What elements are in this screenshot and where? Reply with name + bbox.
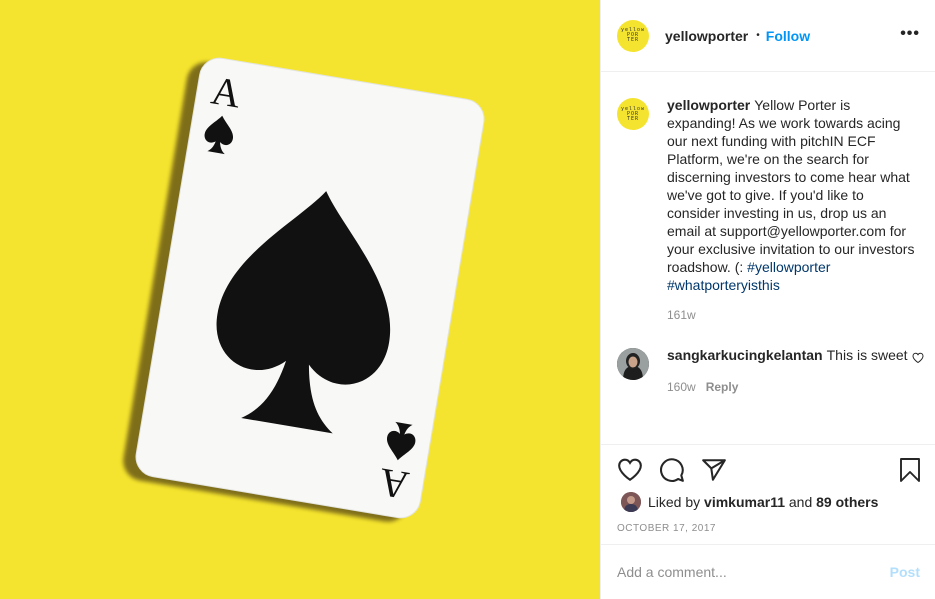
post-dialog: A A yellow POR TER yellowporter • Follow… <box>0 0 935 599</box>
comment-meta: 160w Reply <box>667 378 917 396</box>
post-date[interactable]: OCTOBER 17, 2017 <box>617 523 716 534</box>
liker-username[interactable]: vimkumar11 <box>704 494 785 510</box>
follow-button[interactable]: Follow <box>766 28 810 44</box>
comment-icon[interactable] <box>659 457 685 483</box>
list-item: sangkarkucingkelantan This is sweet 160w R… <box>617 346 922 396</box>
person-icon <box>617 348 649 380</box>
caption-meta: 161w <box>667 306 917 324</box>
liker-avatar[interactable] <box>621 492 641 512</box>
playing-card-illustration: A A <box>123 57 485 522</box>
yellowporter-logo: yellow POR TER <box>620 105 646 122</box>
heart-icon[interactable] <box>617 457 643 483</box>
bookmark-icon <box>900 458 920 482</box>
reply-button[interactable]: Reply <box>706 380 739 394</box>
caption-body: yellowporter Yellow Porter is expanding! … <box>667 96 917 324</box>
post-sidebar: yellow POR TER yellowporter • Follow •••… <box>600 0 935 599</box>
person-icon <box>621 492 641 512</box>
likes-count-button[interactable]: 89 others <box>816 494 878 510</box>
comment-author[interactable]: sangkarkucingkelantan <box>667 347 823 363</box>
post-header: yellow POR TER yellowporter • Follow ••• <box>601 0 935 72</box>
caption-author[interactable]: yellowporter <box>667 97 750 113</box>
comments-list[interactable]: yellow POR TER yellowporter Yellow Porter… <box>601 72 935 444</box>
separator-dot: • <box>756 30 760 41</box>
caption: yellow POR TER yellowporter Yellow Porter… <box>617 96 922 324</box>
post-comment-button[interactable]: Post <box>890 564 920 580</box>
likes-prefix: Liked by <box>648 494 701 510</box>
comment-input[interactable] <box>617 564 890 580</box>
action-icons <box>617 457 727 483</box>
comment-body: sangkarkucingkelantan This is sweet 160w R… <box>667 346 917 396</box>
author-avatar[interactable]: yellow POR TER <box>617 98 649 130</box>
hashtag-link[interactable]: #whatporteryisthis <box>667 277 780 293</box>
caption-age[interactable]: 161w <box>667 308 696 322</box>
post-actions: Liked by vimkumar11 and 89 others OCTOBE… <box>601 444 935 544</box>
post-image[interactable]: A A <box>0 0 600 599</box>
save-button[interactable] <box>898 457 922 483</box>
comment-composer: Post <box>601 544 935 599</box>
commenter-avatar[interactable] <box>617 348 649 380</box>
comment-text: This is sweet <box>826 347 908 363</box>
likes-summary: Liked by vimkumar11 and 89 others <box>621 492 878 512</box>
more-options-icon[interactable]: ••• <box>900 26 920 42</box>
share-icon[interactable] <box>701 457 727 483</box>
likes-joiner: and <box>788 494 813 510</box>
hashtag-link[interactable]: #yellowporter <box>747 259 830 275</box>
comment-age[interactable]: 160w <box>667 380 696 394</box>
like-comment-heart-icon[interactable] <box>912 352 924 364</box>
author-username[interactable]: yellowporter <box>665 28 748 44</box>
yellowporter-logo: yellow POR TER <box>620 27 646 43</box>
author-avatar[interactable]: yellow POR TER <box>617 19 649 52</box>
caption-text: Yellow Porter is expanding! As we work t… <box>667 97 915 275</box>
